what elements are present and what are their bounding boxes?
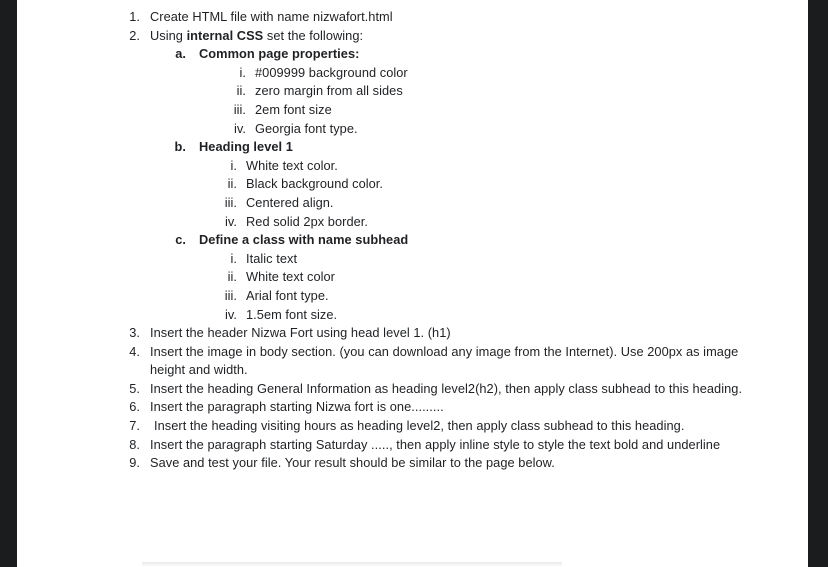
list-marker: a. [175,46,186,62]
list-marker: 5. [129,380,140,396]
list-item: iv. Georgia font type. [125,120,745,139]
list-item: iv. 1.5em font size. [125,306,745,325]
list-marker: iv. [225,213,237,229]
list-item-text: White text color. [246,157,338,173]
list-item-text: Red solid 2px border. [246,213,368,229]
list-marker: 1. [129,9,140,24]
list-item-a: a. Common page properties: [125,45,745,64]
list-item-b: b. Heading level 1 [125,138,745,157]
list-marker: ii. [227,269,237,285]
list-item-text: Define a class with name subhead [199,232,409,248]
list-item-text: Save and test your file. Your result sho… [150,455,555,471]
text-pre: Using [150,27,187,43]
text-post: set the following: [263,27,364,43]
text-bold-internal-css: internal CSS [186,27,264,43]
list-item: 4. Insert the image in body section. (yo… [125,343,745,380]
list-item-text: Insert the heading General Information a… [150,380,743,396]
list-marker: b. [174,139,186,155]
list-item-text: Insert the paragraph starting Nizwa fort… [150,399,444,415]
list-item: 9. Save and test your file. Your result … [125,454,745,473]
list-item: ii. Black background color. [125,175,745,194]
list-item-text: White text color [246,269,335,285]
list-item-text: Heading level 1 [199,139,293,155]
list-item-text: Centered align. [246,194,334,210]
list-marker: i. [239,64,246,80]
list-item: 5. Insert the heading General Informatio… [125,380,745,399]
list-item-text: Insert the header Nizwa Fort using head … [150,325,451,341]
list-marker: 8. [129,436,140,452]
list-item: 6. Insert the paragraph starting Nizwa f… [125,398,745,417]
list-item: ii. zero margin from all sides [125,82,745,101]
list-marker: 4. [129,343,140,359]
scanned-page: 1. Create HTML file with name nizwafort.… [0,0,828,567]
instruction-list: 1. Create HTML file with name nizwafort.… [125,8,745,473]
scan-edge-right [808,0,828,567]
list-marker: 6. [129,399,140,415]
list-marker: 3. [129,325,140,341]
list-item: 1. Create HTML file with name nizwafort.… [125,8,745,27]
list-marker: i. [230,250,237,266]
list-item: 3. Insert the header Nizwa Fort using he… [125,324,745,343]
list-item: iv. Red solid 2px border. [125,213,745,232]
list-item-text: 1.5em font size. [246,306,338,322]
list-marker: iii. [233,101,246,117]
list-item: iii. 2em font size [125,101,745,120]
list-item-text: zero margin from all sides [255,83,403,99]
list-item-text: Black background color. [246,176,384,192]
list-marker: i. [230,157,237,173]
list-item-text: Create HTML file with name nizwafort.htm… [150,9,393,24]
list-item-text: Georgia font type. [255,120,358,136]
cut-off-next-line [142,562,562,567]
list-marker: iv. [234,120,246,136]
list-item: ii. White text color [125,268,745,287]
list-item-text: Common page properties: [199,46,360,62]
list-marker: ii. [227,176,237,192]
list-item-text: Italic text [246,250,298,266]
list-item: iii. Centered align. [125,194,745,213]
list-marker: ii. [236,83,246,99]
paper-sheet: 1. Create HTML file with name nizwafort.… [17,0,808,567]
list-marker: 7. [129,418,140,434]
list-item-text: 2em font size [255,101,332,117]
list-item-text: #009999 background color [255,64,408,80]
list-item: 7. Insert the heading visiting hours as … [125,417,745,436]
list-marker: iii. [224,287,237,303]
list-marker: iii. [224,194,237,210]
list-marker: 2. [129,27,140,43]
list-marker: 9. [129,455,140,471]
list-item-text: Using internal CSS set the following: [150,27,745,46]
list-item-text: Arial font type. [246,287,329,303]
list-item: 2. Using internal CSS set the following: [125,27,745,46]
list-marker: iv. [225,306,237,322]
list-item: iii. Arial font type. [125,287,745,306]
list-item: 8. Insert the paragraph starting Saturda… [125,436,745,455]
list-item: i. White text color. [125,157,745,176]
list-item: i. Italic text [125,250,745,269]
scan-edge-left [0,0,17,567]
list-item-c: c. Define a class with name subhead [125,231,745,250]
list-item: i. #009999 background color [125,64,745,83]
list-item-text: Insert the paragraph starting Saturday .… [150,436,721,452]
list-marker: c. [175,232,186,248]
list-item-text: Insert the image in body section. (you c… [150,343,739,378]
list-item-text: Insert the heading visiting hours as hea… [154,418,685,434]
